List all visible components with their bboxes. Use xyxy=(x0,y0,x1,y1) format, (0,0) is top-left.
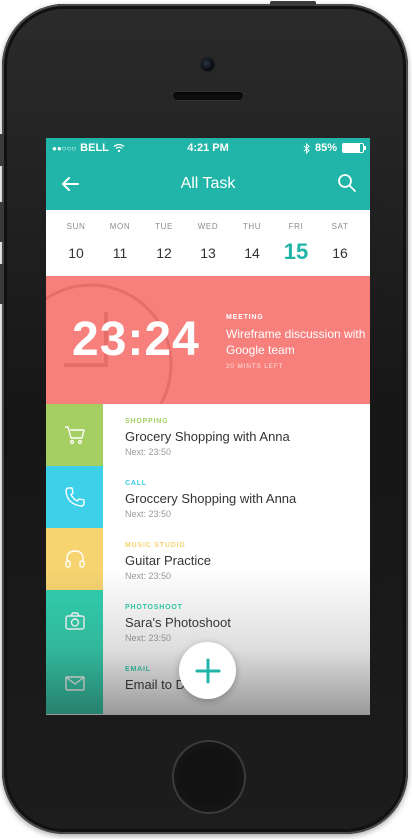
plus-icon xyxy=(195,658,220,683)
day-name: WED xyxy=(197,222,219,231)
battery-icon xyxy=(342,143,366,153)
day-thu[interactable]: THU 14 xyxy=(230,210,274,276)
phone-icon xyxy=(64,487,85,507)
power-button xyxy=(270,1,316,6)
status-bar: ●●○○○ BELL 4:21 PM 85% xyxy=(46,138,370,160)
camera-icon xyxy=(64,612,85,630)
day-date: 12 xyxy=(156,245,172,261)
day-fri[interactable]: FRI 15 xyxy=(274,210,318,276)
task-category: SHOPPING xyxy=(125,418,169,425)
task-category: EMAIL xyxy=(125,666,151,673)
day-name: FRI xyxy=(288,222,304,231)
bluetooth-icon xyxy=(303,142,310,154)
day-date: 11 xyxy=(112,245,128,261)
day-name: TUE xyxy=(155,222,173,231)
week-day-selector: SUN 10 MON 11 TUE 12 WED 13 THU 14 FRI 15 SAT 16 xyxy=(46,210,370,276)
headphones-icon xyxy=(64,550,85,568)
home-button[interactable] xyxy=(174,742,244,812)
task-category: MUSIC STUDIO xyxy=(125,542,186,549)
countdown-time: 23:24 xyxy=(72,313,200,366)
day-wed[interactable]: WED 13 xyxy=(186,210,230,276)
task-row[interactable]: CALL Groccery Shopping with Anna Next: 23:… xyxy=(46,466,370,528)
front-camera xyxy=(201,58,214,71)
add-task-button[interactable] xyxy=(179,642,236,699)
day-name: SUN xyxy=(66,222,86,231)
task-color-swatch xyxy=(46,404,103,466)
task-next-time: Next: 23:50 xyxy=(125,447,172,457)
day-sat[interactable]: SAT 16 xyxy=(318,210,362,276)
cart-icon xyxy=(64,426,85,445)
volume-up-button xyxy=(0,202,4,242)
task-title: Grocery Shopping with Anna xyxy=(125,429,290,444)
day-date: 16 xyxy=(332,245,348,261)
task-color-swatch xyxy=(46,652,103,714)
day-date: 10 xyxy=(68,245,84,261)
task-title: Sara's Photoshoot xyxy=(125,615,231,630)
day-name: SAT xyxy=(331,222,349,231)
app-screen: ●●○○○ BELL 4:21 PM 85% All Task SUN 10 M… xyxy=(46,138,370,715)
task-next-time: Next: 23:50 xyxy=(125,571,172,581)
day-name: MON xyxy=(109,222,131,231)
day-sun[interactable]: SUN 10 xyxy=(54,210,98,276)
task-category: CALL xyxy=(125,480,147,487)
task-title: Groccery Shopping with Anna xyxy=(125,491,297,506)
task-next-time: Next: 23:50 xyxy=(125,633,172,643)
mute-switch xyxy=(0,134,4,166)
mail-icon xyxy=(64,676,85,691)
task-category: PHOTOSHOOT xyxy=(125,604,183,611)
time-remaining: 20 MINTS LEFT xyxy=(226,363,284,370)
app-bar: All Task xyxy=(46,160,370,210)
task-next-time: Next: 23:50 xyxy=(125,509,172,519)
task-color-swatch xyxy=(46,590,103,652)
earpiece-speaker xyxy=(173,92,243,100)
day-date: 15 xyxy=(283,239,309,264)
task-color-swatch xyxy=(46,528,103,590)
day-name: THU xyxy=(242,222,262,231)
task-row[interactable]: MUSIC STUDIO Guitar Practice Next: 23:50 xyxy=(46,528,370,590)
task-title: Email to D xyxy=(125,677,185,692)
search-icon[interactable] xyxy=(336,172,358,194)
day-date: 14 xyxy=(244,245,260,261)
task-row[interactable]: SHOPPING Grocery Shopping with Anna Next: … xyxy=(46,404,370,466)
task-title: Wireframe discussion with Google team xyxy=(226,327,366,357)
task-title: Guitar Practice xyxy=(125,553,211,568)
task-color-swatch xyxy=(46,466,103,528)
day-tue[interactable]: TUE 12 xyxy=(142,210,186,276)
day-mon[interactable]: MON 11 xyxy=(98,210,142,276)
task-category: MEETING xyxy=(226,314,264,321)
page-title: All Task xyxy=(180,175,236,192)
current-task-card[interactable]: 23:24 MEETING Wireframe discussion with … xyxy=(46,276,370,404)
battery-percent: 85% xyxy=(314,142,337,154)
volume-down-button xyxy=(0,264,4,304)
day-date: 13 xyxy=(200,245,216,261)
